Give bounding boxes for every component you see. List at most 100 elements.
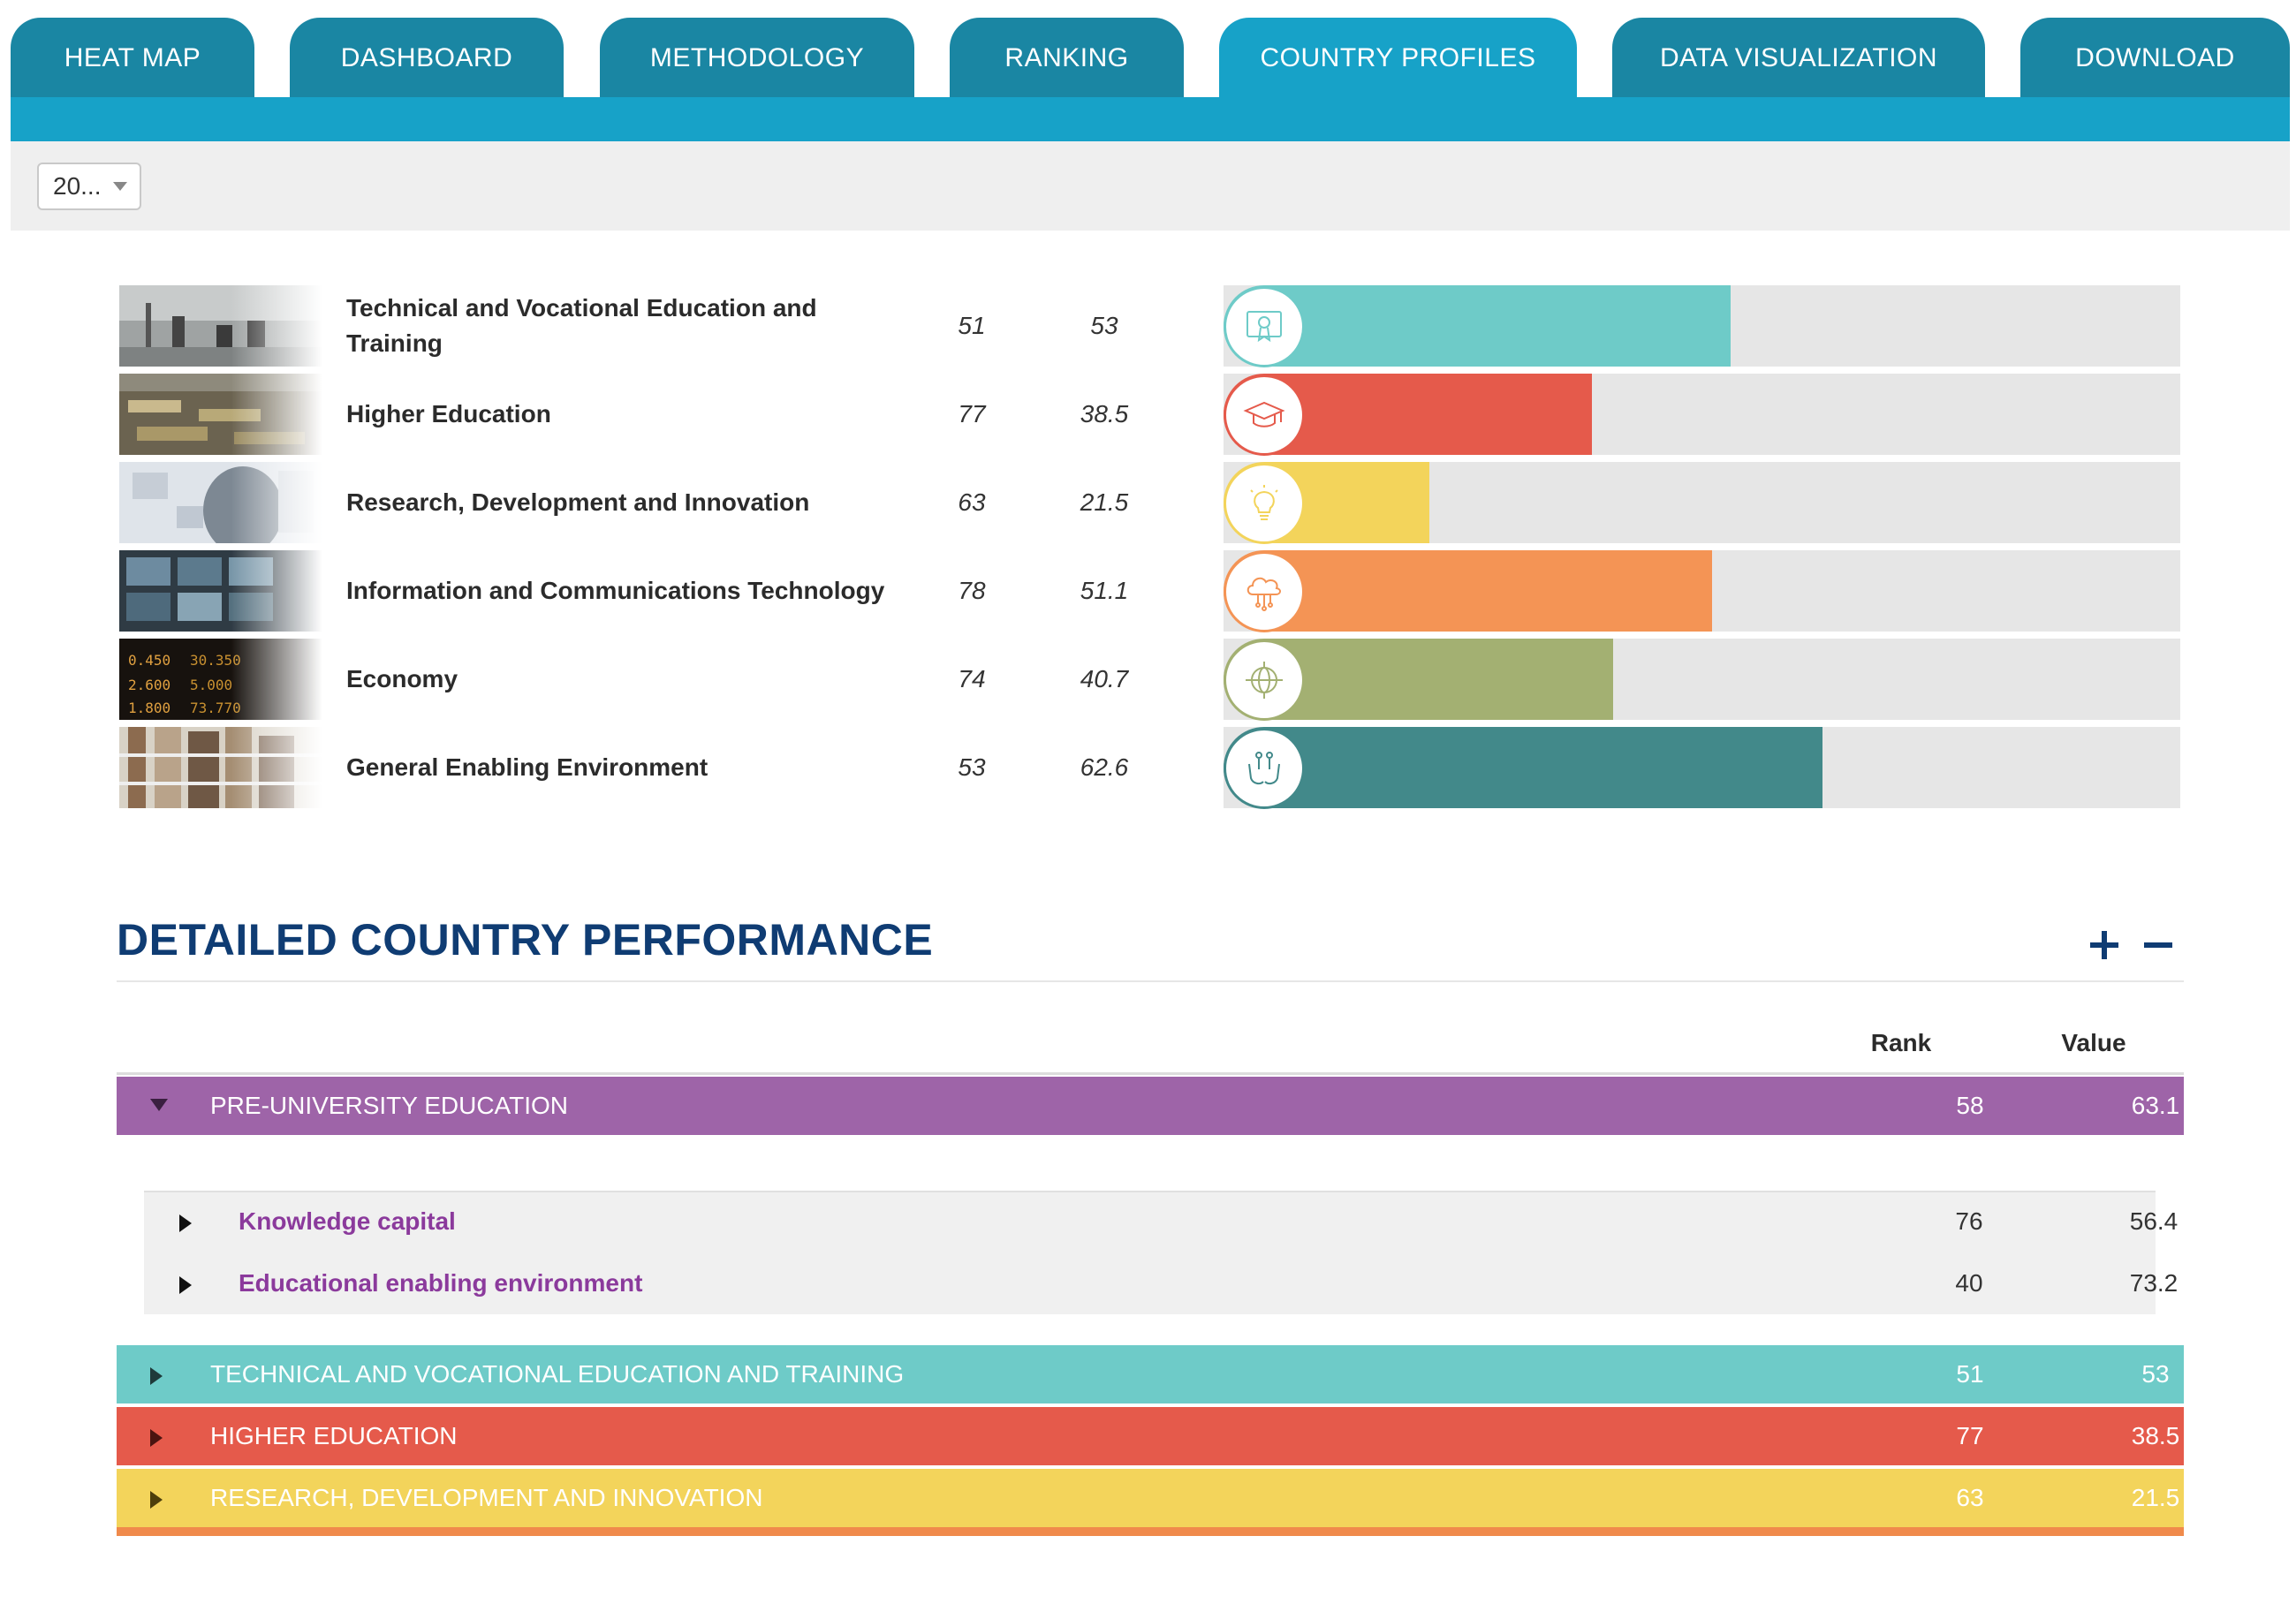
subitem-rank: 40 [1955, 1269, 1983, 1297]
pillar-score-bar [1224, 550, 2180, 632]
lightbulb-icon [1224, 463, 1305, 544]
pillar-value: 53 [1090, 312, 1118, 339]
pillar-name: General Enabling Environment [346, 753, 709, 781]
category-row-rdi[interactable]: RESEARCH, DEVELOPMENT AND INNOVATION 63 … [117, 1469, 2184, 1527]
pillar-row: Research, Development and Innovation 63 … [119, 462, 2180, 544]
pillar-image [119, 550, 322, 632]
pillar-row: Higher Education 77 38.5 [119, 374, 2180, 456]
pillar-value: 62.6 [1080, 753, 1129, 781]
filter-bar: 20... [11, 141, 2290, 231]
category-label: TECHNICAL AND VOCATIONAL EDUCATION AND T… [210, 1360, 905, 1388]
tab-label: DASHBOARD [340, 43, 513, 72]
category-label: RESEARCH, DEVELOPMENT AND INNOVATION [210, 1484, 763, 1511]
header-divider [117, 1072, 2184, 1075]
tab-methodology[interactable]: METHODOLOGY [600, 18, 914, 99]
pillar-row: General Enabling Environment 53 62.6 [119, 727, 2180, 809]
tab-country-profiles[interactable]: COUNTRY PROFILES [1219, 18, 1577, 99]
pillar-value: 40.7 [1080, 665, 1129, 692]
tab-underline-bar [11, 97, 2290, 141]
pillar-name: Economy [346, 665, 458, 692]
category-value: 53 [2141, 1360, 2170, 1388]
main-nav-tabs: HEAT MAP DASHBOARD METHODOLOGY RANKING C… [11, 18, 2290, 99]
hands-people-icon [1224, 728, 1305, 809]
tab-label: COUNTRY PROFILES [1260, 43, 1536, 72]
pillar-bar-fill [1224, 727, 1822, 808]
category-rank: 63 [1956, 1484, 1984, 1511]
subitem-row[interactable]: Knowledge capital 76 56.4 [144, 1195, 2178, 1250]
caret-right-icon [150, 1429, 163, 1447]
category-row-tvet[interactable]: TECHNICAL AND VOCATIONAL EDUCATION AND T… [117, 1345, 2184, 1404]
year-select[interactable]: 20... [37, 163, 141, 210]
pillar-value: 51.1 [1080, 577, 1129, 604]
caret-right-icon [150, 1491, 163, 1509]
pillar-name: Higher Education [346, 400, 551, 427]
subitem-label: Educational enabling environment [239, 1269, 643, 1297]
tab-label: RANKING [1004, 43, 1129, 72]
pillar-rank: 51 [958, 312, 986, 339]
pillar-rank: 78 [958, 577, 986, 604]
pillar-rank: 77 [958, 400, 986, 427]
pillar-rank: 74 [958, 665, 986, 692]
category-row-pre-university[interactable]: PRE-UNIVERSITY EDUCATION 58 63.1 [117, 1077, 2184, 1135]
category-value: 38.5 [2131, 1422, 2180, 1449]
category-value: 63.1 [2131, 1092, 2180, 1119]
tab-download[interactable]: DOWNLOAD [2020, 18, 2290, 99]
pillar-image [119, 462, 322, 543]
pillar-image [119, 285, 322, 367]
category-value: 21.5 [2131, 1484, 2180, 1511]
subitem-row[interactable]: Educational enabling environment 40 73.2 [144, 1257, 2178, 1312]
pillar-score-bar [1224, 727, 2180, 809]
pillar-score-bar [1224, 374, 2180, 456]
category-label: PRE-UNIVERSITY EDUCATION [210, 1092, 569, 1119]
collapse-all-button[interactable] [2136, 919, 2180, 972]
pillar-image [119, 374, 322, 455]
rank-column-header: Rank [1870, 1029, 1932, 1056]
caret-right-icon [179, 1214, 192, 1232]
category-rank: 51 [1956, 1360, 1984, 1388]
category-rank: 77 [1956, 1422, 1984, 1449]
next-category-edge [117, 1527, 2184, 1536]
minus-icon [2144, 942, 2172, 948]
pillar-value: 38.5 [1080, 400, 1129, 427]
pillar-score-bar [1224, 639, 2180, 721]
pillar-name: Research, Development and Innovation [346, 488, 810, 516]
tab-ranking[interactable]: RANKING [950, 18, 1184, 99]
caret-down-icon [150, 1099, 168, 1111]
year-select-value: 20... [53, 172, 102, 200]
pillar-score-bar [1224, 285, 2180, 367]
tab-dashboard[interactable]: DASHBOARD [290, 18, 564, 99]
category-label: HIGHER EDUCATION [210, 1422, 458, 1449]
subitem-value: 73.2 [2129, 1269, 2179, 1297]
category-row-higher-education[interactable]: HIGHER EDUCATION 77 38.5 [117, 1407, 2184, 1465]
certificate-icon [1224, 286, 1305, 367]
tab-heat-map[interactable]: HEAT MAP [11, 18, 254, 99]
tab-label: DATA VISUALIZATION [1659, 43, 1938, 72]
expand-all-button[interactable] [2082, 919, 2126, 972]
section-divider [117, 980, 2184, 982]
tab-label: DOWNLOAD [2075, 43, 2235, 72]
pillar-image [119, 727, 322, 808]
pillar-row: Technical and Vocational Education and T… [119, 285, 2180, 367]
pillar-rank: 53 [958, 753, 986, 781]
tab-data-visualization[interactable]: DATA VISUALIZATION [1612, 18, 1985, 99]
graduation-cap-icon [1224, 375, 1305, 456]
tab-label: METHODOLOGY [649, 43, 865, 72]
subitem-label: Knowledge capital [239, 1207, 456, 1235]
section-title: DETAILED COUNTRY PERFORMANCE [117, 915, 934, 965]
pillar-score-bar [1224, 462, 2180, 544]
caret-right-icon [179, 1276, 192, 1294]
pillar-image: 0.450 2.600 1.800 30.350 5.000 73.770 [119, 639, 322, 720]
caret-right-icon [150, 1367, 163, 1385]
subitem-rank: 76 [1955, 1207, 1983, 1235]
subitem-value: 56.4 [2129, 1207, 2179, 1235]
pillar-value: 21.5 [1080, 488, 1129, 516]
category-rank: 58 [1956, 1092, 1984, 1119]
plus-icon [2090, 931, 2118, 959]
value-column-header: Value [2061, 1029, 2126, 1056]
pillar-name: Information and Communications Technolog… [346, 577, 885, 604]
cloud-network-icon [1224, 551, 1305, 632]
globe-icon [1224, 639, 1305, 721]
chevron-down-icon [113, 182, 127, 191]
pillar-row: Information and Communications Technolog… [119, 550, 2180, 632]
pillar-name: Technical and Vocational Education and T… [346, 294, 817, 357]
